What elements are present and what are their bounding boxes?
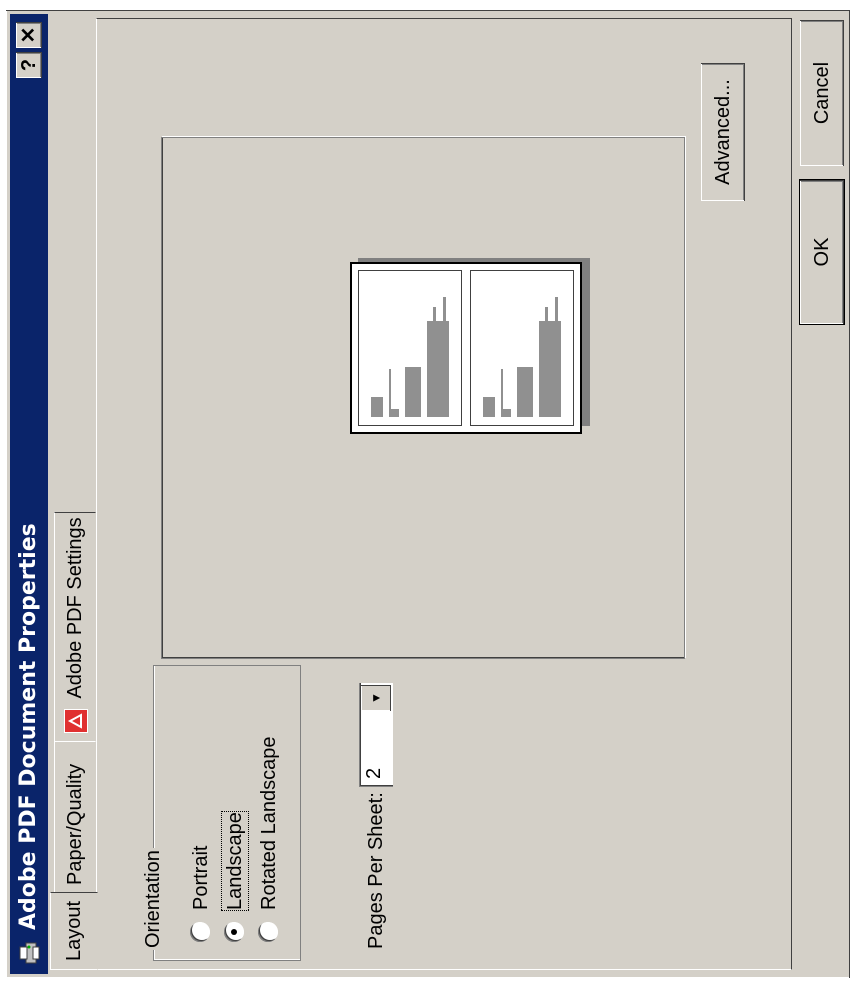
cancel-button[interactable]: Cancel [800, 20, 844, 166]
document-properties-dialog: Adobe PDF Document Properties ? ✕ Layout… [6, 10, 850, 978]
tab-adobe-pdf-settings[interactable]: Adobe PDF Settings [54, 512, 96, 742]
help-button[interactable]: ? [16, 52, 42, 78]
radio-portrait-label: Portrait [190, 845, 212, 910]
layout-panel: Orientation Portrait Landscape Rotated L… [96, 18, 792, 970]
tab-label: Layout [63, 900, 85, 961]
tab-label: Paper/Quality [64, 763, 86, 885]
pages-per-sheet-dropdown[interactable]: 2 ▼ [359, 683, 393, 787]
close-button[interactable]: ✕ [16, 22, 42, 48]
adobe-pdf-icon [63, 709, 88, 733]
page-thumbnail-icon [371, 297, 449, 417]
radio-rotated-landscape-label: Rotated Landscape [258, 736, 280, 910]
radio-landscape-label: Landscape [221, 808, 249, 914]
pages-per-sheet-label: Pages Per Sheet: [365, 792, 387, 949]
title-bar[interactable]: Adobe PDF Document Properties ? ✕ [10, 14, 48, 974]
dropdown-arrow-icon[interactable]: ▼ [361, 685, 391, 711]
orientation-group: Orientation Portrait Landscape Rotated L… [142, 665, 301, 961]
orientation-group-title: Orientation [142, 848, 165, 950]
printer-icon [16, 940, 42, 966]
radio-selected-dot [231, 929, 237, 935]
advanced-button[interactable]: Advanced... [701, 63, 745, 201]
ok-button[interactable]: OK [799, 176, 845, 328]
preview-sheet [350, 262, 582, 434]
page-thumbnail-icon [483, 297, 561, 417]
tab-label: Adobe PDF Settings [64, 517, 86, 699]
tab-paper-quality[interactable]: Paper/Quality [54, 740, 96, 894]
preview-page-2 [470, 270, 574, 426]
radio-portrait-button[interactable] [190, 922, 210, 942]
screen: Adobe PDF Document Properties ? ✕ Layout… [0, 0, 854, 988]
layout-preview [161, 137, 685, 659]
tab-layout[interactable]: Layout [50, 892, 98, 970]
dialog-title: Adobe PDF Document Properties [16, 523, 41, 930]
radio-landscape-button[interactable] [224, 922, 244, 942]
preview-page-1 [358, 270, 462, 426]
radio-rotated-landscape-button[interactable] [258, 922, 278, 942]
pages-per-sheet-value: 2 [363, 767, 385, 779]
